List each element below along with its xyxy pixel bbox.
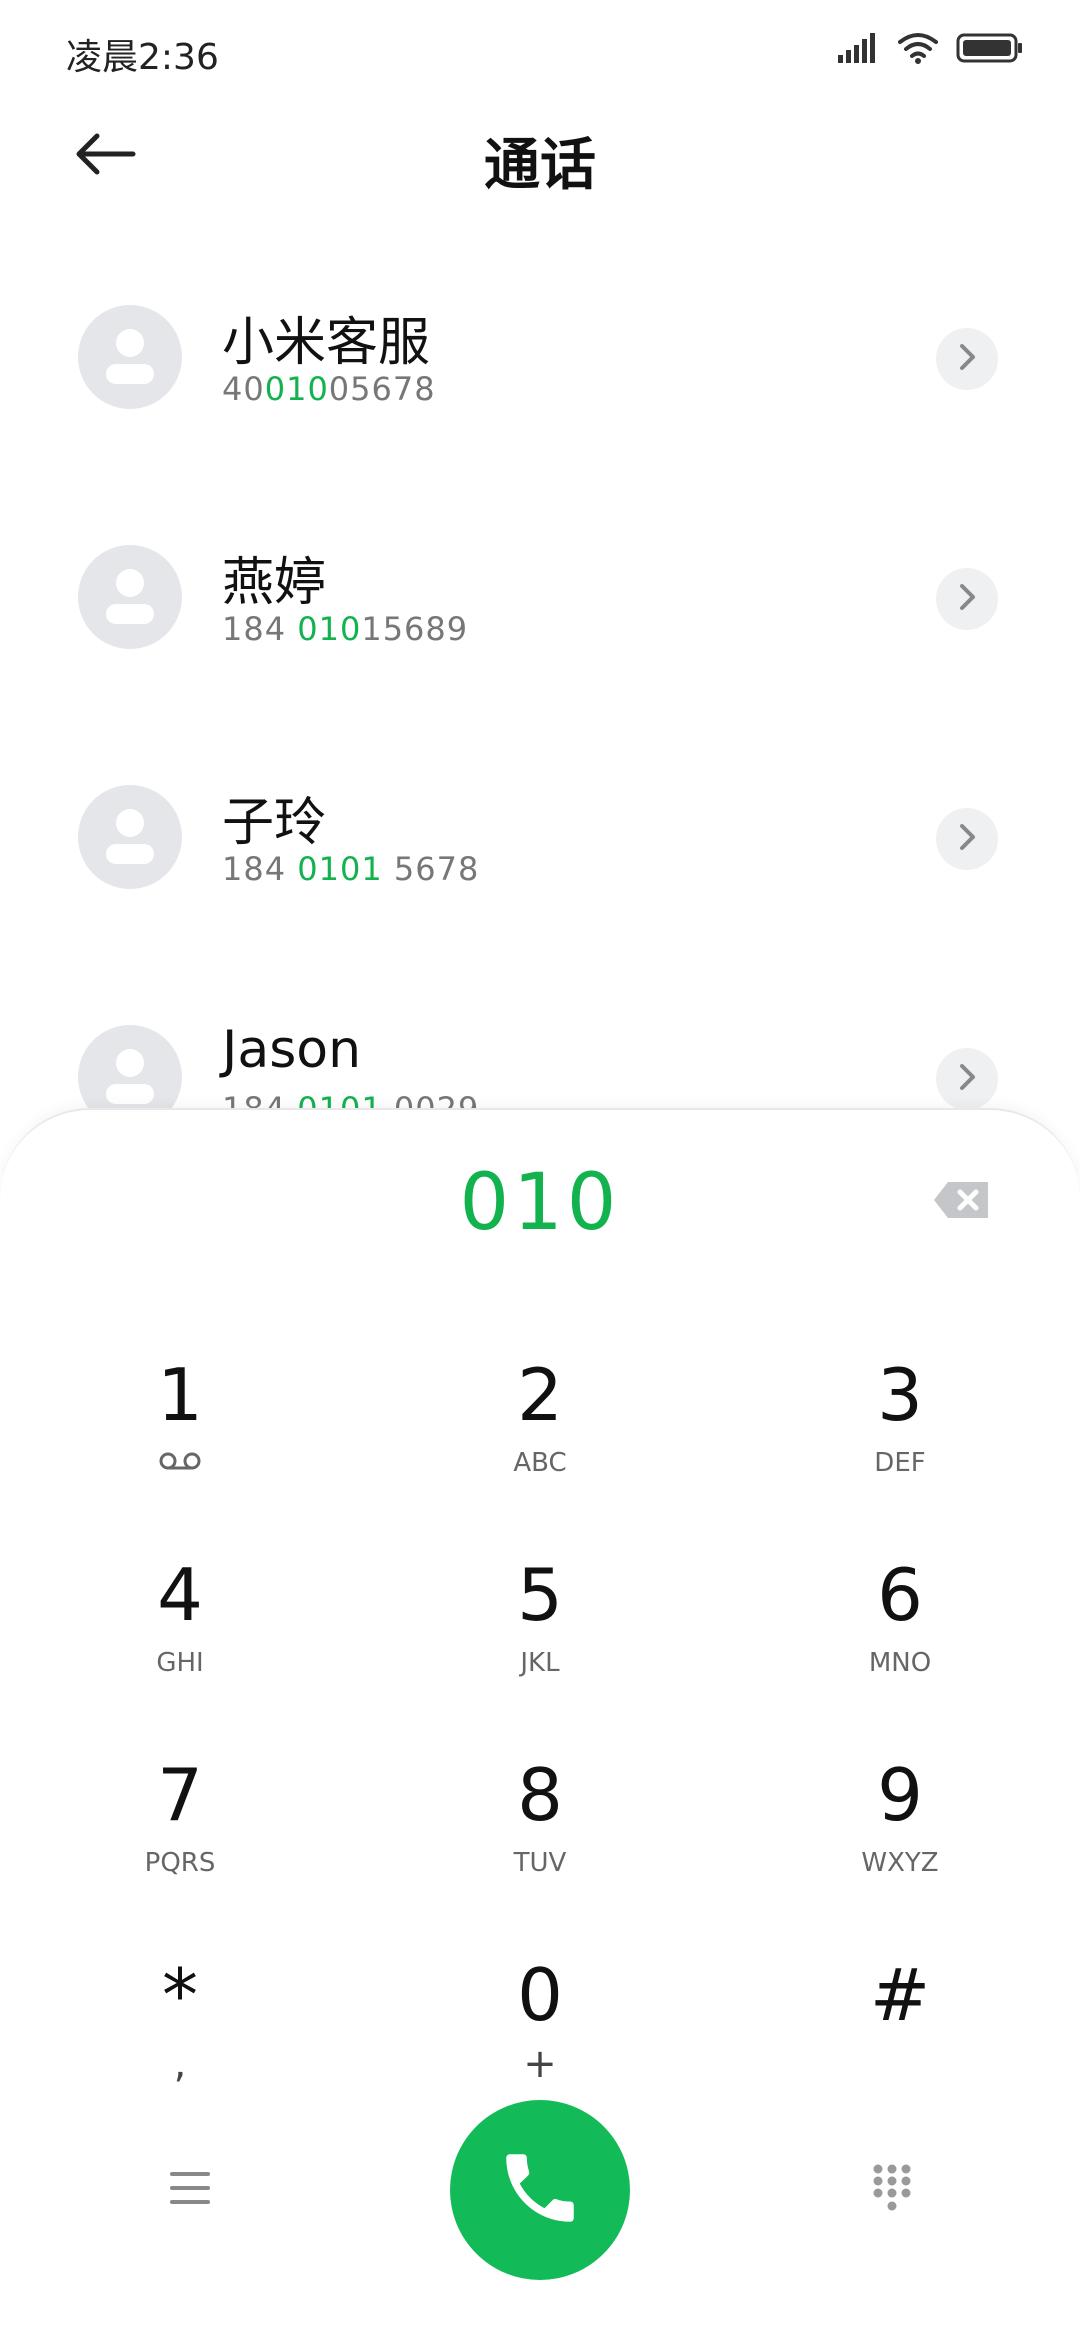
number-part: 0029 bbox=[382, 1090, 480, 1110]
key-digit: 1 bbox=[157, 1353, 203, 1437]
number-part: 184 bbox=[222, 850, 298, 888]
number-match: 010 bbox=[297, 610, 362, 648]
key-star[interactable]: * , bbox=[30, 1950, 330, 2120]
key-digit: 5 bbox=[517, 1553, 563, 1637]
key-digit: 8 bbox=[517, 1753, 563, 1837]
number-part: 40 bbox=[222, 370, 265, 408]
key-2[interactable]: 2 ABC bbox=[390, 1350, 690, 1520]
key-letters: ABC bbox=[513, 1448, 567, 1478]
contact-detail-button[interactable] bbox=[936, 808, 998, 870]
status-time: 凌晨2:36 bbox=[66, 37, 219, 78]
signal-icon bbox=[838, 33, 880, 67]
status-bar: 凌晨2:36 bbox=[0, 0, 1080, 100]
key-5[interactable]: 5 JKL bbox=[390, 1550, 690, 1720]
key-digit: 3 bbox=[877, 1353, 923, 1437]
contact-name: 子玲 bbox=[222, 793, 327, 853]
key-7[interactable]: 7 PQRS bbox=[30, 1750, 330, 1920]
key-letters: GHI bbox=[156, 1648, 204, 1678]
number-part: 05678 bbox=[328, 370, 436, 408]
bottom-action-bar bbox=[0, 2100, 1080, 2290]
contact-detail-button[interactable] bbox=[936, 1048, 998, 1110]
contact-row[interactable]: 燕婷 184 01015689 bbox=[0, 480, 1080, 680]
number-part: 184 bbox=[222, 610, 298, 648]
key-4[interactable]: 4 GHI bbox=[30, 1550, 330, 1720]
key-1[interactable]: 1 bbox=[30, 1350, 330, 1520]
number-match: 010 bbox=[264, 370, 329, 408]
number-match: 0101 bbox=[297, 1090, 383, 1110]
contact-row[interactable]: 小米客服 4001005678 bbox=[0, 240, 1080, 440]
key-digit: 9 bbox=[877, 1753, 923, 1837]
key-letters: JKL bbox=[520, 1648, 560, 1678]
number-part: 5678 bbox=[382, 850, 480, 888]
key-digit: 0 bbox=[517, 1953, 563, 2037]
key-3[interactable]: 3 DEF bbox=[750, 1350, 1050, 1520]
menu-button[interactable] bbox=[160, 2160, 220, 2220]
key-8[interactable]: 8 TUV bbox=[390, 1750, 690, 1920]
key-letters: MNO bbox=[868, 1648, 932, 1678]
app-header: 通话 bbox=[0, 100, 1080, 210]
key-digit: * bbox=[162, 1953, 198, 2037]
call-button[interactable] bbox=[450, 2100, 630, 2280]
contact-number: 184 0101 5678 bbox=[222, 850, 479, 888]
key-letters: DEF bbox=[874, 1448, 926, 1478]
contact-detail-button[interactable] bbox=[936, 328, 998, 390]
hamburger-menu-icon bbox=[168, 2168, 212, 2212]
avatar bbox=[78, 545, 182, 649]
contact-name: 燕婷 bbox=[222, 553, 327, 613]
chevron-right-icon bbox=[955, 582, 979, 616]
key-9[interactable]: 9 WXYZ bbox=[750, 1750, 1050, 1920]
key-letters: , bbox=[173, 2041, 187, 2087]
person-icon bbox=[106, 1049, 154, 1104]
dialpad-icon bbox=[870, 2163, 914, 2217]
key-letters: + bbox=[523, 2041, 557, 2087]
avatar bbox=[78, 1025, 182, 1110]
contact-row[interactable]: 子玲 184 0101 5678 bbox=[0, 720, 1080, 920]
battery-icon bbox=[956, 32, 1024, 68]
avatar bbox=[78, 305, 182, 409]
key-digit: 4 bbox=[157, 1553, 203, 1637]
person-icon bbox=[106, 569, 154, 624]
number-match: 0101 bbox=[297, 850, 383, 888]
keypad-toggle-button[interactable] bbox=[862, 2158, 922, 2222]
status-icons bbox=[838, 30, 1024, 70]
key-digit: 2 bbox=[517, 1353, 563, 1437]
contact-detail-button[interactable] bbox=[936, 568, 998, 630]
avatar bbox=[78, 785, 182, 889]
key-letters: WXYZ bbox=[861, 1848, 939, 1878]
key-hash[interactable]: # bbox=[750, 1950, 1050, 2120]
wifi-icon bbox=[898, 32, 938, 68]
key-digit: 6 bbox=[877, 1553, 923, 1637]
phone-icon bbox=[495, 2143, 585, 2237]
contact-row[interactable]: Jason 184 0101 0029 bbox=[0, 960, 1080, 1110]
key-letters: PQRS bbox=[144, 1848, 216, 1878]
chevron-right-icon bbox=[955, 342, 979, 376]
backspace-button[interactable] bbox=[932, 1178, 992, 1222]
page-title: 通话 bbox=[484, 133, 596, 198]
key-6[interactable]: 6 MNO bbox=[750, 1550, 1050, 1720]
contact-number: 4001005678 bbox=[222, 370, 436, 408]
key-0[interactable]: 0 + bbox=[390, 1950, 690, 2120]
person-icon bbox=[106, 329, 154, 384]
contact-number: 184 0101 0029 bbox=[222, 1090, 479, 1110]
number-part: 184 bbox=[222, 1090, 298, 1110]
chevron-right-icon bbox=[955, 822, 979, 856]
key-digit: 7 bbox=[157, 1753, 203, 1837]
contact-list: 小米客服 4001005678 燕婷 184 01015689 子玲 184 0… bbox=[0, 240, 1080, 1110]
key-letters: TUV bbox=[513, 1848, 567, 1878]
key-digit: # bbox=[869, 1953, 931, 2037]
number-part: 15689 bbox=[361, 610, 469, 648]
dial-input[interactable]: 010 bbox=[0, 1158, 1080, 1248]
chevron-right-icon bbox=[955, 1062, 979, 1096]
person-icon bbox=[106, 809, 154, 864]
contact-name: Jason bbox=[222, 1020, 362, 1080]
contact-name: 小米客服 bbox=[222, 313, 431, 373]
voicemail-icon bbox=[30, 1448, 330, 1478]
backspace-icon bbox=[932, 1182, 992, 1226]
contact-number: 184 01015689 bbox=[222, 610, 468, 648]
